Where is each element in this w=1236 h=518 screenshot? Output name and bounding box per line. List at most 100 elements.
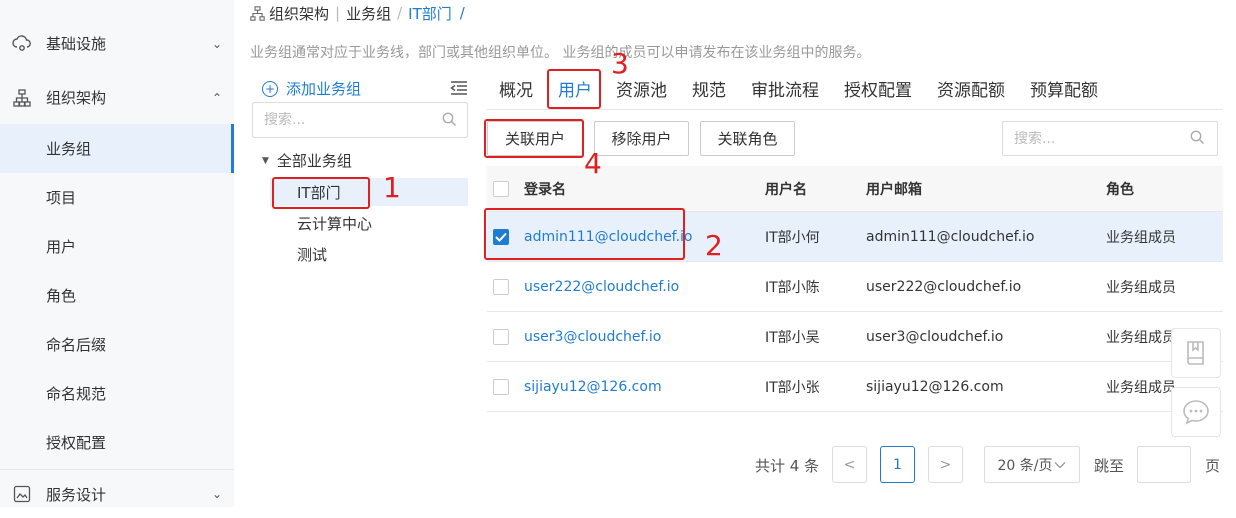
row-checkbox[interactable] bbox=[493, 278, 509, 295]
associate-role-button[interactable]: 关联角色 bbox=[700, 121, 795, 156]
cloud-gear-icon bbox=[12, 34, 32, 54]
sidebar-item-project[interactable]: 项目 bbox=[0, 173, 234, 222]
sidebar-item-label: 业务组 bbox=[46, 140, 92, 158]
next-page-button[interactable]: > bbox=[928, 446, 963, 483]
user-search-box bbox=[1002, 121, 1218, 156]
page-size-select[interactable]: 20 条/页 bbox=[984, 446, 1080, 483]
username-cell: IT部小吴 bbox=[765, 329, 820, 346]
annotation-number-3: 3 bbox=[611, 47, 629, 80]
annotation-box-selected-row bbox=[484, 208, 685, 260]
sidebar-item-infrastructure[interactable]: 基础设施 ⌄ bbox=[0, 19, 234, 68]
sidebar-item-authorization[interactable]: 授权配置 bbox=[0, 418, 234, 467]
tab-budget-quota[interactable]: 预算配额 bbox=[1030, 76, 1098, 101]
sidebar-item-user[interactable]: 用户 bbox=[0, 222, 234, 271]
annotation-number-4: 4 bbox=[584, 147, 602, 180]
sidebar-item-label: 服务设计 bbox=[46, 485, 107, 504]
select-all-checkbox[interactable] bbox=[493, 180, 509, 197]
page-number-button[interactable]: 1 bbox=[880, 446, 915, 483]
plus-circle-icon: + bbox=[262, 80, 278, 97]
book-icon bbox=[1187, 341, 1204, 365]
role-cell: 业务组成员 bbox=[1106, 279, 1176, 296]
tree-node-cloud-center[interactable]: 云计算中心 bbox=[270, 209, 372, 237]
sidebar-item-organization[interactable]: 组织架构 ⌃ bbox=[0, 73, 234, 122]
column-header-email[interactable]: 用户邮箱 bbox=[866, 166, 922, 211]
page-description: 业务组通常对应于业务线，部门或其他组织单位。 业务组的成员可以申请发布在该业务组… bbox=[250, 45, 871, 61]
column-header-role[interactable]: 角色 bbox=[1106, 166, 1134, 211]
jump-to-page-input[interactable] bbox=[1137, 446, 1191, 483]
jump-to-label: 跳至 bbox=[1094, 457, 1125, 475]
sidebar: 基础设施 ⌄ 组织架构 ⌃ 业务组 项目 用户 角色 命名后缀 命名规范 授权配… bbox=[0, 0, 234, 507]
breadcrumb-current: IT部门 bbox=[408, 4, 452, 23]
sidebar-item-label: 组织架构 bbox=[46, 89, 107, 107]
annotation-number-2: 2 bbox=[705, 229, 723, 262]
role-cell: 业务组成员 bbox=[1106, 379, 1176, 396]
breadcrumb-separator: / bbox=[397, 4, 403, 22]
column-header-login[interactable]: 登录名 bbox=[524, 166, 566, 211]
annotation-number-1: 1 bbox=[383, 171, 401, 204]
sidebar-item-label: 授权配置 bbox=[46, 434, 107, 452]
org-tree-icon bbox=[12, 88, 32, 108]
search-icon[interactable] bbox=[442, 112, 457, 131]
tree-search-box bbox=[252, 102, 468, 138]
sidebar-item-service-design[interactable]: 服务设计 ⌄ bbox=[0, 469, 234, 518]
login-link[interactable]: user222@cloudchef.io bbox=[524, 262, 679, 311]
sidebar-item-naming-rule[interactable]: 命名规范 bbox=[0, 369, 234, 418]
sidebar-item-role[interactable]: 角色 bbox=[0, 271, 234, 320]
search-icon[interactable] bbox=[1190, 130, 1205, 149]
column-header-username[interactable]: 用户名 bbox=[765, 166, 807, 211]
page-size-value: 20 条/页 bbox=[997, 457, 1053, 474]
chat-bubble-icon bbox=[1183, 400, 1209, 425]
prev-page-button[interactable]: < bbox=[832, 446, 867, 483]
tree-root-label: 全部业务组 bbox=[276, 152, 352, 170]
username-cell: IT部小张 bbox=[765, 379, 820, 396]
documentation-book-button[interactable] bbox=[1171, 328, 1221, 378]
table-row[interactable]: user3@cloudchef.io IT部小吴 user3@cloudchef… bbox=[487, 312, 1223, 362]
table-row[interactable]: user222@cloudchef.io IT部小陈 user222@cloud… bbox=[487, 262, 1223, 312]
annotation-box-it-dept bbox=[272, 177, 370, 209]
email-cell: admin111@cloudchef.io bbox=[866, 228, 1035, 245]
breadcrumb-item[interactable]: 组织架构 bbox=[269, 3, 329, 24]
row-checkbox[interactable] bbox=[493, 328, 509, 345]
add-business-group-label: 添加业务组 bbox=[286, 80, 362, 98]
tab-authorization[interactable]: 授权配置 bbox=[844, 76, 912, 101]
chevron-down-icon: ⌄ bbox=[211, 36, 222, 51]
sidebar-item-label: 项目 bbox=[46, 189, 77, 207]
sidebar-item-business-group[interactable]: 业务组 bbox=[0, 124, 234, 173]
row-checkbox[interactable] bbox=[493, 378, 509, 395]
role-cell: 业务组成员 bbox=[1106, 329, 1176, 346]
chat-support-button[interactable] bbox=[1171, 387, 1221, 437]
tree-node-label: 云计算中心 bbox=[297, 214, 373, 233]
sidebar-item-label: 用户 bbox=[46, 238, 77, 256]
tree-root[interactable]: ▼ 全部业务组 bbox=[262, 150, 352, 171]
username-cell: IT部小陈 bbox=[765, 279, 820, 296]
username-cell: IT部小何 bbox=[765, 229, 820, 246]
breadcrumb: 组织架构 | 业务组 / IT部门 / bbox=[250, 2, 471, 24]
page-unit-label: 页 bbox=[1205, 457, 1221, 475]
remove-user-button[interactable]: 移除用户 bbox=[594, 121, 689, 156]
sidebar-item-label: 命名规范 bbox=[46, 385, 107, 403]
tab-overview[interactable]: 概况 bbox=[499, 76, 533, 101]
chevron-right-icon: > bbox=[939, 456, 952, 473]
chevron-down-icon bbox=[1055, 461, 1066, 468]
annotation-box-associate-user bbox=[484, 119, 584, 158]
caret-down-icon[interactable]: ▼ bbox=[262, 156, 269, 166]
collapse-menu-icon[interactable] bbox=[450, 80, 468, 96]
table-row[interactable]: sijiayu12@126.com IT部小张 sijiayu12@126.co… bbox=[487, 362, 1223, 412]
email-cell: user3@cloudchef.io bbox=[866, 328, 1004, 345]
sidebar-item-label: 基础设施 bbox=[46, 35, 107, 53]
email-cell: user222@cloudchef.io bbox=[866, 278, 1022, 295]
role-cell: 业务组成员 bbox=[1106, 229, 1176, 246]
tree-node-test[interactable]: 测试 bbox=[270, 240, 327, 268]
login-link[interactable]: user3@cloudchef.io bbox=[524, 312, 661, 361]
tab-approval-flow[interactable]: 审批流程 bbox=[751, 76, 819, 101]
user-search-input[interactable] bbox=[1003, 122, 1173, 155]
login-link[interactable]: sijiayu12@126.com bbox=[524, 362, 662, 411]
chevron-down-icon: ⌄ bbox=[211, 487, 222, 501]
tree-search-input[interactable] bbox=[253, 103, 423, 137]
annotation-box-users-tab bbox=[547, 69, 601, 109]
sidebar-item-naming-suffix[interactable]: 命名后缀 bbox=[0, 320, 234, 369]
add-business-group-button[interactable]: + 添加业务组 bbox=[262, 78, 361, 99]
breadcrumb-item[interactable]: 业务组 bbox=[346, 3, 391, 24]
tab-resource-quota[interactable]: 资源配额 bbox=[937, 76, 1005, 101]
tab-spec[interactable]: 规范 bbox=[692, 76, 726, 101]
